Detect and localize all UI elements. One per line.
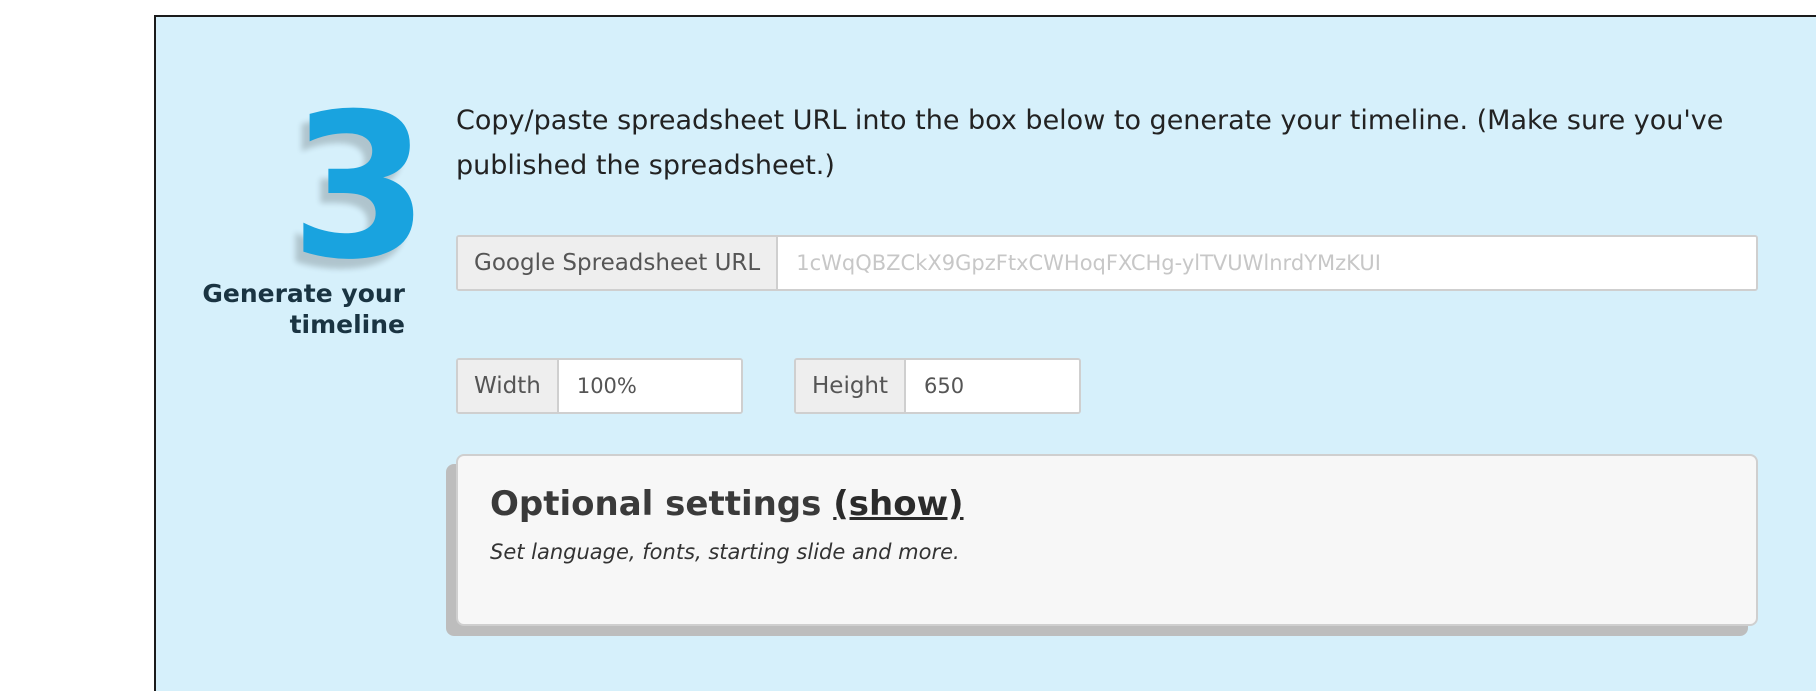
height-group: Height [794,358,1081,414]
height-label: Height [796,360,907,412]
width-label: Width [458,360,559,412]
optional-settings-description: Set language, fonts, starting slide and … [490,540,960,564]
instructions-text: Copy/paste spreadsheet URL into the box … [456,105,1724,181]
optional-settings-show-link[interactable]: (show) [833,484,963,524]
optional-settings-card: Optional settings (show) Set language, f… [456,454,1758,626]
height-input[interactable] [906,360,1079,412]
optional-settings-heading: Optional settings [490,484,834,524]
step-title: Generate your timeline [202,279,405,339]
spreadsheet-url-label: Google Spreadsheet URL [458,237,779,289]
spreadsheet-url-group: Google Spreadsheet URL [456,235,1758,291]
step-number: 3 [290,71,429,304]
spreadsheet-url-input[interactable] [778,237,1756,289]
width-input[interactable] [558,360,741,412]
optional-settings-title: Optional settings (show) [490,484,964,524]
page: 3 Generate your timeline Copy/paste spre… [0,0,1816,691]
width-group: Width [456,358,743,414]
